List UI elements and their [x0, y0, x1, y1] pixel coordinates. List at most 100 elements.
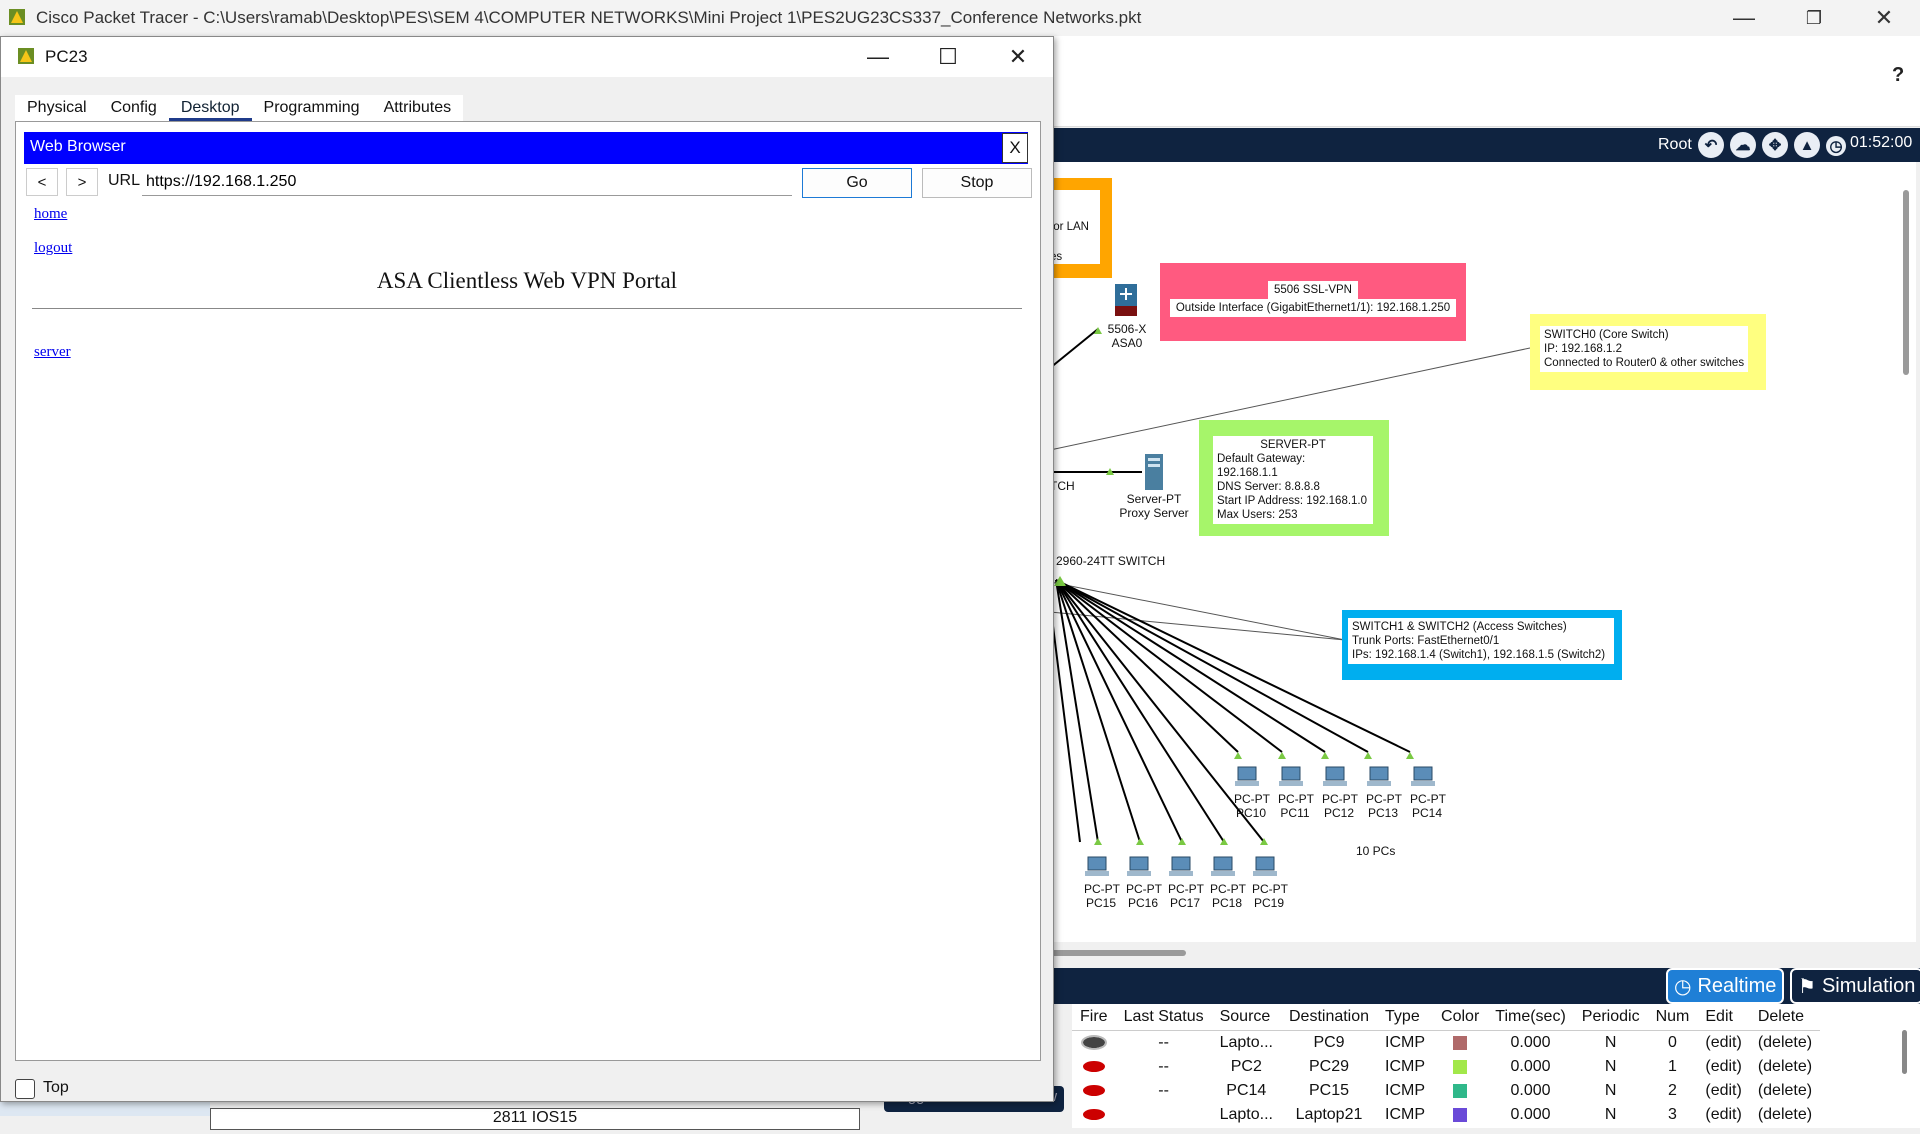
delete-link[interactable]: (delete): [1750, 1055, 1820, 1079]
stop-button[interactable]: Stop: [922, 168, 1032, 198]
asa-firewall-icon[interactable]: [1113, 282, 1139, 320]
dialog-minimize-button[interactable]: —: [843, 37, 913, 77]
dialog-close-button[interactable]: ✕: [983, 37, 1053, 77]
back-button[interactable]: <: [26, 168, 58, 196]
pc-model-label: PC-PT: [1410, 792, 1446, 806]
url-input[interactable]: [142, 168, 792, 196]
pc-device[interactable]: PC-PT PC11: [1278, 766, 1314, 820]
edit-link[interactable]: (edit): [1697, 1055, 1749, 1079]
tab-attributes[interactable]: Attributes: [372, 95, 464, 121]
num-cell: 2: [1668, 1082, 1677, 1099]
clock-time: 01:52:00: [1850, 134, 1913, 151]
edit-link[interactable]: (edit): [1697, 1103, 1749, 1127]
pc-model-label: PC-PT: [1234, 792, 1270, 806]
app-close-button[interactable]: ✕: [1854, 0, 1914, 36]
column-header: Color: [1433, 1004, 1488, 1031]
last-status: [1116, 1103, 1212, 1127]
pc-device[interactable]: PC-PT PC14: [1410, 766, 1446, 820]
packet-tracer-icon: [9, 9, 25, 25]
realtime-button[interactable]: ◷ Realtime: [1666, 968, 1785, 1004]
pc-device[interactable]: PC-PT PC19: [1252, 856, 1288, 910]
server-icon[interactable]: [1142, 452, 1166, 492]
pc-group-bottom: PC-PT PC15 PC-PT PC16 PC-PT PC17 PC-PT P…: [1084, 856, 1288, 910]
delete-link[interactable]: (delete): [1750, 1031, 1820, 1056]
dialog-maximize-button[interactable]: ☐: [913, 37, 983, 77]
app-maximize-button[interactable]: ❐: [1784, 0, 1844, 36]
last-status: --: [1158, 1082, 1169, 1099]
simulation-runner-icon: ⚑: [1798, 975, 1816, 998]
pc-device[interactable]: PC-PT PC15: [1084, 856, 1120, 910]
move-icon[interactable]: ✥: [1762, 132, 1788, 158]
home-link[interactable]: home: [34, 206, 67, 223]
landscape-icon[interactable]: ▲: [1794, 132, 1820, 158]
delete-link[interactable]: (delete): [1750, 1079, 1820, 1103]
table-row[interactable]: Lapto... Laptop21 ICMP 0.000 N 3 (edit) …: [1072, 1103, 1820, 1127]
help-icon[interactable]: ?: [1892, 64, 1904, 87]
pc-device[interactable]: PC-PT PC17: [1168, 856, 1204, 910]
column-header: Delete: [1749, 1004, 1821, 1031]
simulation-button[interactable]: ⚑ Simulation: [1790, 968, 1920, 1004]
ssl-vpn-note[interactable]: 5506 SSL-VPN Outside Interface (GigabitE…: [1160, 263, 1466, 341]
periodic-cell: N: [1604, 1082, 1617, 1099]
root-label[interactable]: Root: [1658, 136, 1692, 154]
workspace-horizontal-scrollbar[interactable]: [1050, 950, 1186, 956]
edit-link[interactable]: (edit): [1697, 1079, 1749, 1103]
pc-model-label: PC-PT: [1322, 792, 1358, 806]
server-note-line: Start IP Address: 192.168.1.0: [1217, 495, 1368, 507]
go-button[interactable]: Go: [802, 168, 912, 198]
fire-icon[interactable]: [1082, 1109, 1105, 1121]
column-header: Destination: [1280, 1004, 1378, 1031]
tab-desktop[interactable]: Desktop: [168, 95, 252, 121]
pc-model-label: PC-PT: [1210, 882, 1246, 896]
color-swatch: [1453, 1083, 1468, 1098]
pc-group-top: PC-PT PC10 PC-PT PC11 PC-PT PC12 PC-PT P…: [1234, 766, 1446, 820]
desktop-tab-content: Web Browser X < > URL Go Stop home logou…: [15, 121, 1041, 1061]
destination-cell: PC15: [1308, 1082, 1350, 1099]
num-cell: 0: [1668, 1034, 1677, 1051]
forward-button[interactable]: >: [66, 168, 98, 196]
pc-name-label: PC11: [1280, 806, 1310, 820]
pdu-scrollbar[interactable]: [1902, 1030, 1907, 1074]
app-minimize-button[interactable]: —: [1714, 0, 1774, 36]
tab-physical[interactable]: Physical: [15, 95, 99, 121]
column-header: Last Status: [1115, 1004, 1212, 1031]
fire-icon[interactable]: [1082, 1061, 1105, 1073]
periodic-cell: N: [1604, 1034, 1617, 1051]
browser-close-button[interactable]: X: [1002, 133, 1028, 163]
logical-workspace[interactable]: for LAN es 5506-X ASA0 5506 SSL-VPN Outs…: [1050, 162, 1916, 942]
pc-icon: [1211, 856, 1235, 876]
table-row[interactable]: -- PC14 PC15 ICMP 0.000 N 2 (edit) (dele…: [1072, 1079, 1820, 1103]
periodic-cell: N: [1604, 1058, 1617, 1075]
table-row[interactable]: -- Lapto... PC9 ICMP 0.000 N 0 (edit) (d…: [1072, 1031, 1820, 1056]
table-row[interactable]: -- PC2 PC29 ICMP 0.000 N 1 (edit) (delet…: [1072, 1055, 1820, 1079]
switch0-note[interactable]: SWITCH0 (Core Switch) IP: 192.168.1.2 Co…: [1530, 314, 1766, 390]
top-checkbox[interactable]: [15, 1079, 35, 1099]
tab-programming[interactable]: Programming: [252, 95, 372, 121]
server-link[interactable]: server: [34, 344, 71, 361]
server-note-line: Max Users: 253: [1217, 509, 1298, 521]
back-icon[interactable]: ↶: [1698, 132, 1724, 158]
tab-config[interactable]: Config: [99, 95, 169, 121]
access-switches-note[interactable]: SWITCH1 & SWITCH2 (Access Switches) Trun…: [1342, 610, 1622, 680]
last-status: --: [1158, 1058, 1169, 1075]
edit-link[interactable]: (edit): [1697, 1031, 1749, 1056]
pc-device[interactable]: PC-PT PC18: [1210, 856, 1246, 910]
logout-link[interactable]: logout: [34, 240, 72, 257]
server-note[interactable]: SERVER-PT Default Gateway: 192.168.1.1 D…: [1199, 420, 1389, 536]
pc-name-label: PC10: [1235, 806, 1267, 820]
pc-device[interactable]: PC-PT PC10: [1234, 766, 1270, 820]
pc-name-label: PC13: [1367, 806, 1399, 820]
pc-device[interactable]: PC-PT PC16: [1126, 856, 1162, 910]
dialog-title-bar[interactable]: PC23 — ☐ ✕: [1, 37, 1053, 77]
cloud-icon[interactable]: ☁: [1730, 132, 1756, 158]
pc-device[interactable]: PC-PT PC12: [1322, 766, 1358, 820]
server-note-line: DNS Server: 8.8.8.8: [1217, 481, 1320, 493]
fire-icon[interactable]: [1082, 1085, 1105, 1097]
time-cell: 0.000: [1510, 1106, 1551, 1123]
workspace-vertical-scrollbar[interactable]: [1903, 190, 1909, 375]
lan-note-partial: for LAN: [1050, 221, 1089, 233]
delete-link[interactable]: (delete): [1750, 1103, 1820, 1127]
fire-icon[interactable]: [1080, 1035, 1107, 1051]
pc-device[interactable]: PC-PT PC13: [1366, 766, 1402, 820]
num-cell: 3: [1668, 1106, 1677, 1123]
